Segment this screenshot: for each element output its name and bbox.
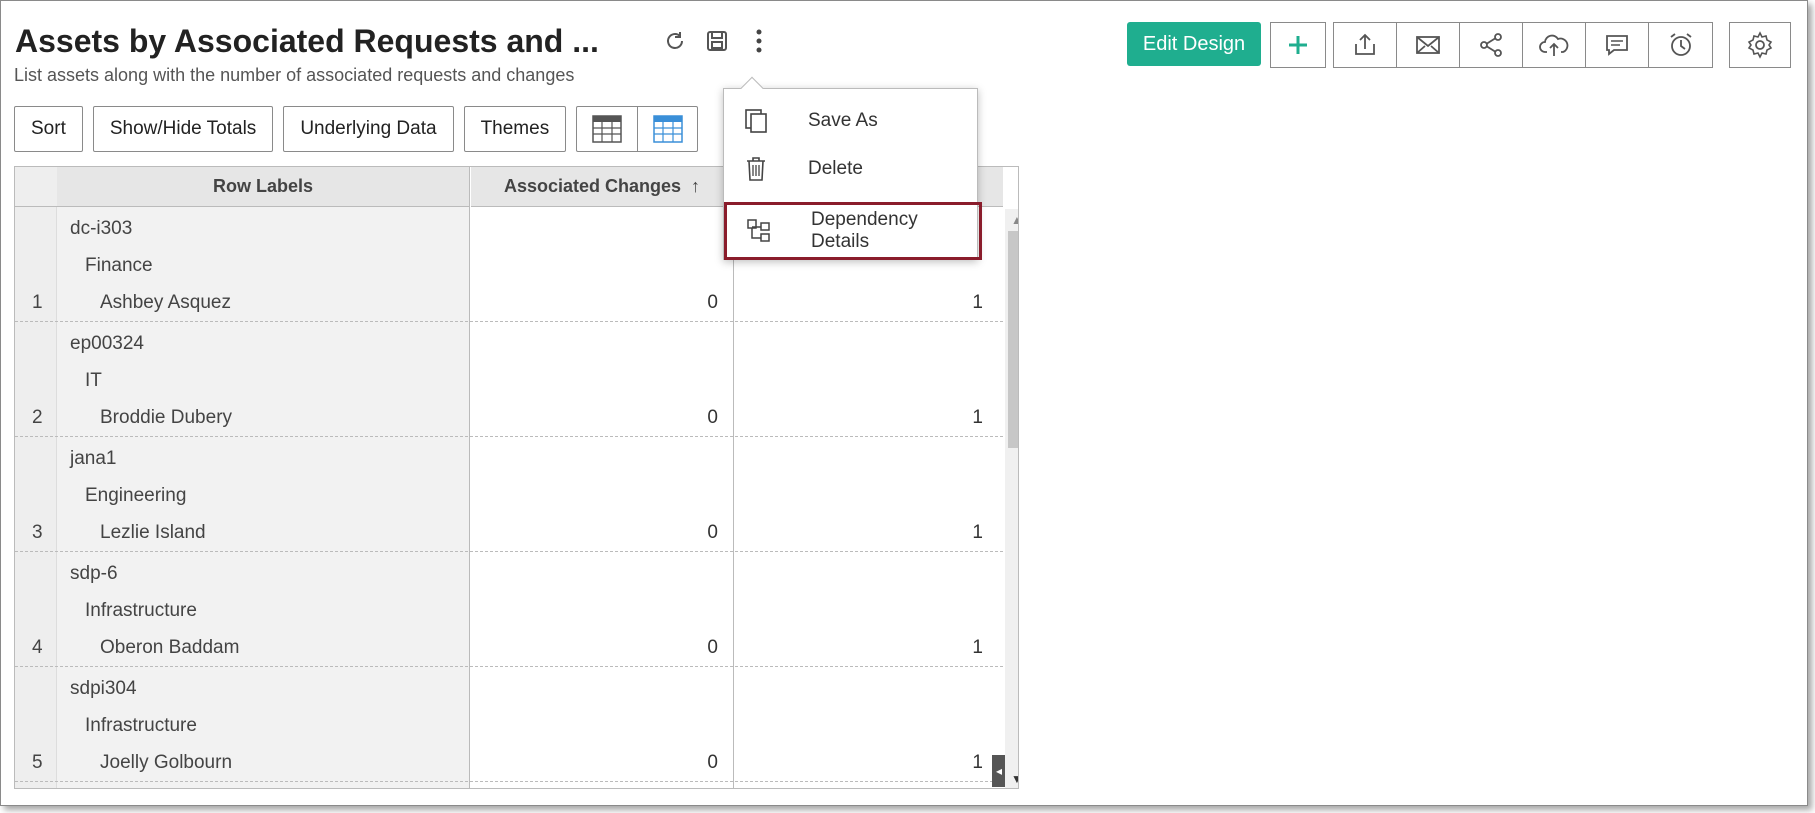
- changes-value: 0: [707, 292, 718, 313]
- trash-icon: [744, 157, 768, 181]
- header-associated-changes[interactable]: Associated Changes ↑: [471, 167, 734, 207]
- asset-label: sdp-6: [70, 563, 118, 584]
- row-index: 5: [32, 752, 43, 773]
- menu-item-dependency-details[interactable]: Dependency Details: [724, 202, 982, 260]
- show-hide-totals-button[interactable]: Show/Hide Totals: [92, 106, 274, 152]
- save-icon[interactable]: [703, 27, 731, 55]
- gear-icon[interactable]: [1730, 23, 1790, 67]
- menu-item-label: Dependency Details: [811, 209, 918, 252]
- themes-button[interactable]: Themes: [463, 106, 567, 152]
- scrollbar-thumb[interactable]: [1008, 231, 1018, 448]
- department-label: Infrastructure: [85, 600, 197, 621]
- user-label: Oberon Baddam: [100, 637, 240, 658]
- user-label: Lezlie Island: [100, 522, 206, 543]
- header-associated-changes-text: Associated Changes: [503, 176, 682, 196]
- export-icon[interactable]: [1334, 23, 1397, 67]
- asset-label: dc-i303: [70, 218, 133, 239]
- view-toggle: [576, 106, 699, 152]
- table-row: sdpi304 Infrastructure Joelly Golbourn 5…: [15, 667, 1003, 782]
- header-row-labels[interactable]: Row Labels: [57, 167, 470, 207]
- department-label: IT: [85, 370, 102, 391]
- settings-toolbar: [1729, 22, 1791, 68]
- schedule-alarm-icon[interactable]: [1649, 23, 1712, 67]
- changes-value: 0: [707, 637, 718, 658]
- collapse-handle[interactable]: ◂: [992, 755, 1006, 787]
- asset-label: ep00324: [70, 333, 144, 354]
- refresh-icon[interactable]: [661, 27, 689, 55]
- requests-value: 1: [972, 407, 983, 428]
- user-label: Broddie Dubery: [100, 407, 233, 428]
- department-label: Engineering: [85, 485, 187, 506]
- share-toolbar: [1333, 22, 1713, 68]
- publish-icon[interactable]: [1523, 23, 1586, 67]
- department-label: Infrastructure: [85, 715, 197, 736]
- requests-value: 1: [972, 637, 983, 658]
- asset-label: jana1: [70, 448, 117, 469]
- changes-value: 0: [707, 407, 718, 428]
- page-subtitle: List assets along with the number of ass…: [14, 65, 575, 85]
- title-icon-bar: [661, 27, 773, 55]
- asset-label: sdpi304: [70, 678, 137, 699]
- dependency-icon: [747, 219, 771, 243]
- email-icon[interactable]: [1397, 23, 1460, 67]
- user-label: Ashbey Asquez: [100, 292, 231, 313]
- department-label: Finance: [85, 255, 153, 276]
- action-bar: Sort Show/Hide Totals Underlying Data Th…: [14, 106, 699, 152]
- menu-item-save-as[interactable]: Save As: [724, 99, 977, 143]
- tabular-view-icon[interactable]: [577, 107, 637, 151]
- menu-item-label: Save As: [808, 110, 878, 131]
- edit-design-button[interactable]: Edit Design: [1127, 22, 1261, 66]
- sort-button[interactable]: Sort: [14, 106, 83, 152]
- row-index: 3: [32, 522, 43, 543]
- requests-value: 1: [972, 522, 983, 543]
- changes-value: 0: [707, 522, 718, 543]
- report-window: Assets by Associated Requests and ... Li…: [0, 0, 1808, 806]
- index-header: [15, 167, 57, 207]
- row-index: 2: [32, 407, 43, 428]
- table-row: jana1 Engineering Lezlie Island 3 0 1: [15, 437, 1003, 552]
- copy-icon: [744, 109, 768, 133]
- requests-value: 1: [972, 752, 983, 773]
- compact-view-icon[interactable]: [637, 107, 697, 151]
- user-label: Joelly Golbourn: [100, 752, 233, 773]
- table-row: sdp-6 Infrastructure Oberon Baddam 4 0 1: [15, 552, 1003, 667]
- underlying-data-button[interactable]: Underlying Data: [283, 106, 454, 152]
- comment-icon[interactable]: [1586, 23, 1649, 67]
- row-index: 1: [32, 292, 43, 313]
- table-row: ep00324 IT Broddie Dubery 2 0 1: [15, 322, 1003, 437]
- requests-value: 1: [972, 292, 983, 313]
- more-options-icon[interactable]: [745, 27, 773, 55]
- menu-caret: [740, 76, 764, 100]
- scroll-up-icon[interactable]: ▲: [1011, 213, 1018, 227]
- sort-ascending-icon: ↑: [691, 176, 701, 196]
- menu-item-label: Delete: [808, 158, 863, 179]
- scroll-down-icon[interactable]: ▼: [1011, 772, 1018, 786]
- plus-icon[interactable]: [1271, 23, 1325, 67]
- changes-value: 0: [707, 752, 718, 773]
- page-title: Assets by Associated Requests and ...: [15, 23, 599, 59]
- menu-item-delete[interactable]: Delete: [724, 147, 977, 191]
- row-index: 4: [32, 637, 43, 658]
- more-options-menu: Save As Delete Dependency Details: [723, 76, 982, 260]
- vertical-scrollbar[interactable]: ▲ ▼: [1005, 209, 1018, 788]
- share-icon[interactable]: [1460, 23, 1523, 67]
- add-toolbar: [1270, 22, 1326, 68]
- header-row-labels-text: Row Labels: [212, 176, 314, 196]
